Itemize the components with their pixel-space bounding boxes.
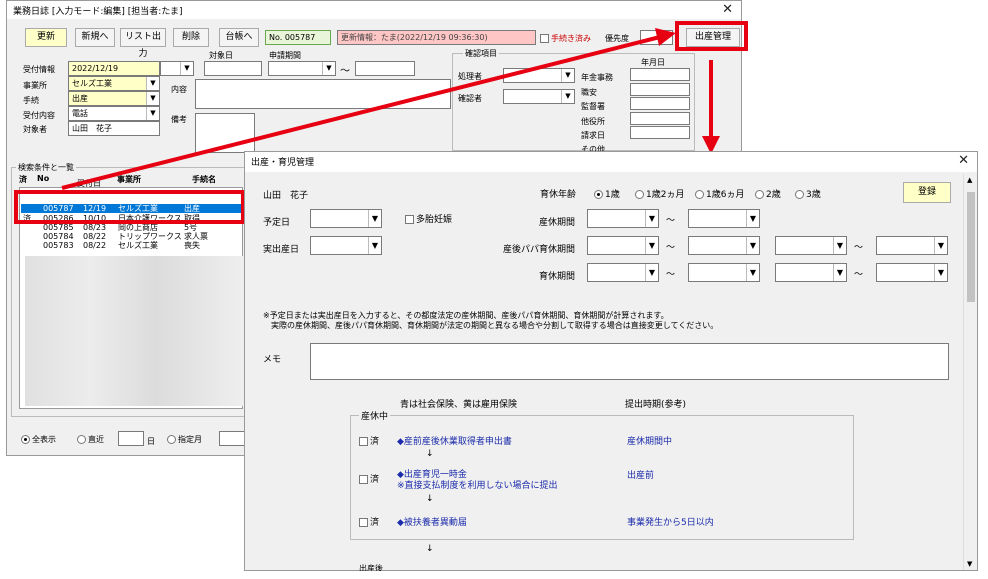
scroll-down-icon[interactable]: ▼ <box>967 560 972 568</box>
birth-dialog: 出産・育児管理 ✕ 山田 花子 育休年齢 1歳 1歳2ヵ月 1歳6ヵ月 2歳 3… <box>244 151 978 571</box>
age-radio-2[interactable]: 1歳2ヵ月 <box>635 187 684 200</box>
chevron-down-icon: ▼ <box>368 237 381 254</box>
scroll-thumb[interactable] <box>967 192 975 302</box>
flow-arrow: ↓ <box>426 494 434 504</box>
chevron-down-icon: ▼ <box>746 264 759 281</box>
chevron-down-icon: ▼ <box>934 237 947 254</box>
flow-arrow: ↓ <box>426 544 434 554</box>
item-2-done-checkbox[interactable]: 済 <box>359 515 379 528</box>
person-name: 山田 花子 <box>263 191 309 201</box>
chevron-down-icon: ▼ <box>645 264 658 281</box>
tilde-text: ～ <box>854 243 864 253</box>
maternity-group-legend: 産休中 <box>359 409 391 422</box>
item-1-done-checkbox[interactable]: 済 <box>359 472 379 485</box>
age-radio-4[interactable]: 2歳 <box>755 187 781 200</box>
item-0-timing: 産休期間中 <box>627 437 673 447</box>
chevron-down-icon: ▼ <box>645 237 658 254</box>
childcare-end-2[interactable]: ▼ <box>876 263 948 282</box>
timing-header: 提出時期(参考) <box>625 400 687 410</box>
age-radio-1[interactable]: 1歳 <box>594 187 620 200</box>
item-2-name: ◆被扶養者異動届 <box>397 518 467 528</box>
item-1-sub: ※直接支払制度を利用しない場合に提出 <box>397 481 558 491</box>
memo-textarea[interactable] <box>310 343 949 380</box>
papa-end-2[interactable]: ▼ <box>876 236 948 255</box>
age-radio-3[interactable]: 1歳6ヵ月 <box>695 187 744 200</box>
dialog-title: 出産・育児管理 <box>251 158 315 168</box>
papa-end-1[interactable]: ▼ <box>688 236 760 255</box>
childcare-start-1[interactable]: ▼ <box>587 263 659 282</box>
maternity-label: 産休期間 <box>539 218 576 228</box>
maternity-end[interactable]: ▼ <box>688 209 760 228</box>
item-2-timing: 事業発生から5日以内 <box>627 518 714 528</box>
papa-leave-label: 産後パパ育休期間 <box>503 245 576 255</box>
insurance-legend-note: 青は社会保険、黄は雇用保険 <box>400 400 518 410</box>
childcare-label: 育休期間 <box>539 272 576 282</box>
actual-date-label: 実出産日 <box>263 245 300 255</box>
actual-date-select[interactable]: ▼ <box>310 236 382 255</box>
tilde-text: ～ <box>854 270 864 280</box>
chevron-down-icon: ▼ <box>368 210 381 227</box>
register-button[interactable]: 登録 <box>903 182 951 203</box>
flow-arrow: ↓ <box>426 449 434 459</box>
chevron-down-icon: ▼ <box>833 237 846 254</box>
due-date-select[interactable]: ▼ <box>310 209 382 228</box>
chevron-down-icon: ▼ <box>645 210 658 227</box>
vertical-scrollbar[interactable]: ▲ ▼ <box>963 174 977 570</box>
due-date-label: 予定日 <box>263 218 291 228</box>
childcare-end-1[interactable]: ▼ <box>688 263 760 282</box>
twins-checkbox[interactable]: 多胎妊娠 <box>405 212 452 225</box>
dialog-close-icon[interactable]: ✕ <box>958 153 969 168</box>
scroll-up-icon[interactable]: ▲ <box>967 176 972 184</box>
age-label: 育休年齢 <box>540 190 577 200</box>
note-line-2: 実際の産休期間、産後パパ育休期間、育休期間が法定の期間と異なる場合や分割して取得… <box>271 321 719 330</box>
chevron-down-icon: ▼ <box>746 210 759 227</box>
chevron-down-icon: ▼ <box>934 264 947 281</box>
childcare-start-2[interactable]: ▼ <box>775 263 847 282</box>
arrowhead-1 <box>655 28 676 46</box>
item-1-timing: 出産前 <box>627 471 655 481</box>
tilde-text: ～ <box>666 216 676 226</box>
item-0-done-checkbox[interactable]: 済 <box>359 434 379 447</box>
chevron-down-icon: ▼ <box>833 264 846 281</box>
chevron-down-icon: ▼ <box>746 237 759 254</box>
item-0-name: ◆産前産後休業取得者申出書 <box>397 437 512 447</box>
maternity-start[interactable]: ▼ <box>587 209 659 228</box>
age-radio-5[interactable]: 3歳 <box>795 187 821 200</box>
tilde-text: ～ <box>666 243 676 253</box>
papa-start-1[interactable]: ▼ <box>587 236 659 255</box>
tilde-text: ～ <box>666 270 676 280</box>
memo-label: メモ <box>263 355 282 365</box>
papa-start-2[interactable]: ▼ <box>775 236 847 255</box>
dialog-titlebar: 出産・育児管理 ✕ <box>245 152 977 172</box>
next-group-legend: 出産後 <box>359 564 383 571</box>
